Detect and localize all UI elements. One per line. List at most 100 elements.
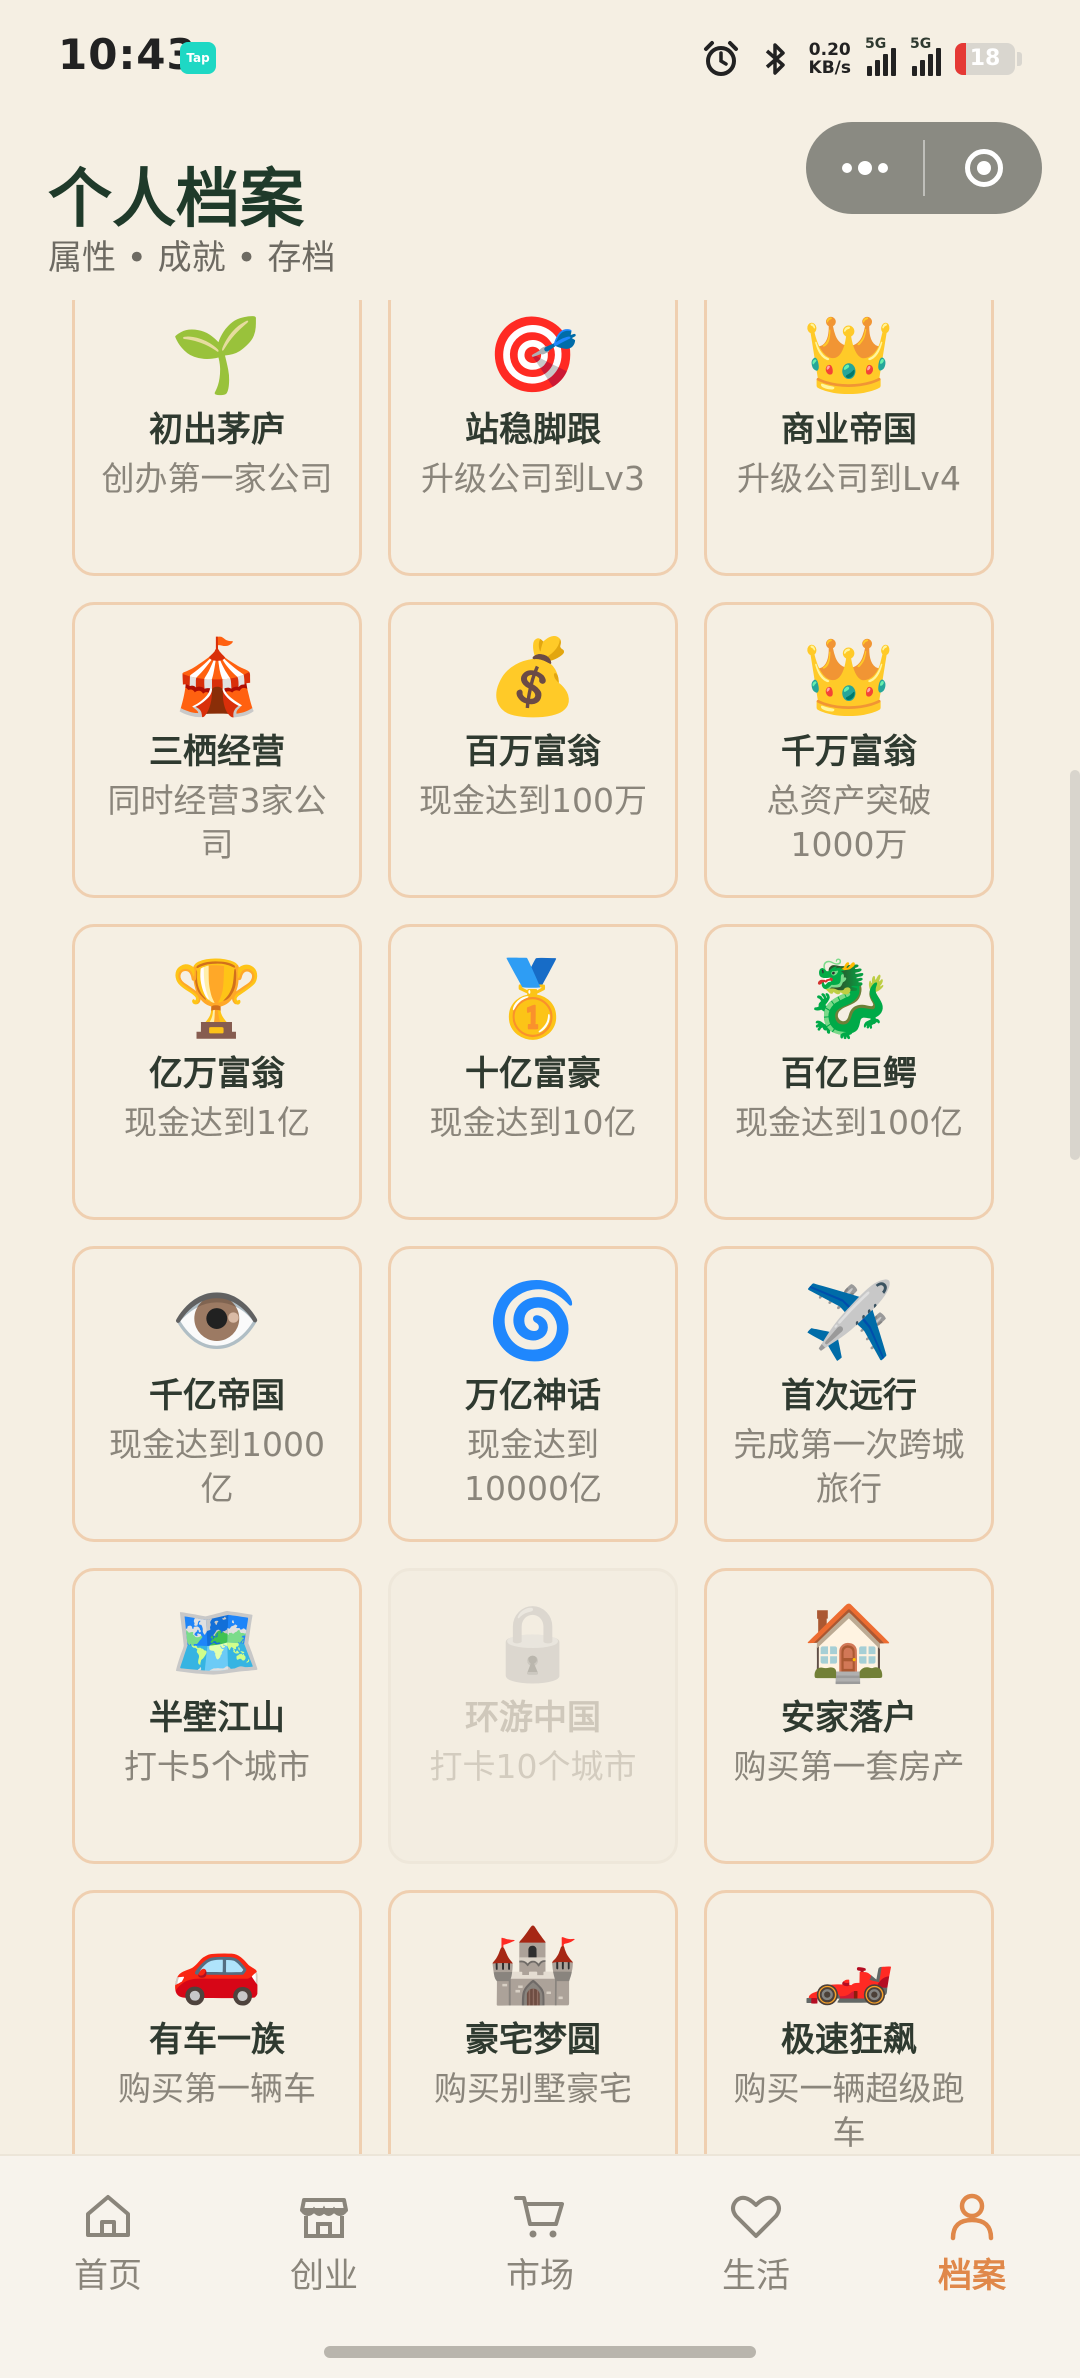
achievement-description: 总资产突破1000万 (766, 781, 932, 864)
achievement-card[interactable]: 🎪 三栖经营 同时经营3家公司 (72, 602, 362, 898)
achievement-icon: 🎯 (486, 312, 580, 398)
more-menu-button[interactable] (806, 122, 923, 214)
achievement-card[interactable]: 🌀 万亿神话现金达到10000亿 (388, 1246, 678, 1542)
achievement-icon: 👑 (802, 634, 896, 720)
achievement-card[interactable]: 👑 商业帝国升级公司到Lv4 (704, 300, 994, 576)
status-icons: 0.20 KB/s 5G 5G 18 (701, 36, 1022, 82)
tab-business[interactable]: 创业 (216, 2156, 432, 2316)
battery-level: 18 (969, 46, 1001, 71)
achievement-card[interactable]: ✈️ 首次远行完成第一次跨城旅行 (704, 1246, 994, 1542)
page-header: 个人档案 属性 • 成就 • 存档 (0, 118, 1080, 304)
achievement-description: 现金达到10000亿 (464, 1425, 602, 1508)
achievement-card[interactable]: 🏰 豪宅梦圆 购买别墅豪宅 (388, 1890, 678, 2154)
achievement-name: 极速狂飙 (781, 2020, 917, 2060)
achievements-scroll-area[interactable]: 🌱 初出茅庐创办第一家公司 🎯 站稳脚跟升级公司到Lv3 👑 商业帝国升级公司到Lv4 🎪 三… (0, 300, 1080, 2154)
achievement-description: 创办第一家公司 (101, 459, 333, 498)
achievement-card[interactable]: 🥇 十亿富豪 现金达到10亿 (388, 924, 678, 1220)
battery-tip (1017, 52, 1022, 66)
achievement-description: 现金达到10亿 (429, 1103, 637, 1142)
network-speed-value: 0.20 (808, 40, 851, 60)
achievement-description: 购买第一套房产 (733, 1747, 965, 1786)
achievement-name: 万亿神话 (465, 1376, 601, 1416)
tab-profile[interactable]: 档案 (864, 2156, 1080, 2316)
achievement-card[interactable]: 🏎️ 极速狂飙购买一辆超级跑车 (704, 1890, 994, 2154)
tab-profile-label: 档案 (938, 2256, 1006, 2296)
home-indicator[interactable] (324, 2346, 756, 2358)
achievement-name: 亿万富翁 (149, 1054, 285, 1094)
achievement-icon: 🚗 (170, 1922, 264, 2008)
tab-life-label: 生活 (722, 2256, 790, 2296)
achievement-icon: 🌱 (170, 312, 264, 398)
achievement-name: 环游中国 (465, 1698, 601, 1738)
achievement-name: 十亿富豪 (465, 1054, 601, 1094)
signal-sim2-icon: 5G (910, 36, 941, 76)
achievement-icon: 🗺️ (170, 1600, 264, 1686)
achievement-description: 同时经营3家公司 (107, 781, 327, 864)
achievement-description: 现金达到100万 (419, 781, 647, 820)
tab-life[interactable]: 生活 (648, 2156, 864, 2316)
achievement-description: 购买别墅豪宅 (434, 2069, 632, 2108)
sim1-label: 5G (865, 36, 887, 52)
achievement-card[interactable]: 🏠 安家落户 购买第一套房产 (704, 1568, 994, 1864)
achievement-name: 豪宅梦圆 (465, 2020, 601, 2060)
achievement-icon: 🏎️ (802, 1922, 896, 2008)
achievement-description: 升级公司到Lv4 (737, 459, 961, 498)
achievement-card[interactable]: 💰 百万富翁 现金达到100万 (388, 602, 678, 898)
achievement-name: 千万富翁 (781, 732, 917, 772)
profile-icon (950, 2193, 994, 2241)
achievement-name: 半壁江山 (149, 1698, 285, 1738)
store-icon (300, 2198, 348, 2238)
bottom-tab-bar: 首页 创业 市场 生活 档案 (0, 2154, 1080, 2378)
page-title: 个人档案 (48, 162, 304, 237)
achievement-card[interactable]: 🚗 有车一族 购买第一辆车 (72, 1890, 362, 2154)
cart-icon (514, 2196, 564, 2238)
achievement-name: 百亿巨鳄 (781, 1054, 917, 1094)
achievement-description: 现金达到1亿 (124, 1103, 310, 1142)
achievement-icon: ✈️ (802, 1278, 896, 1364)
achievement-name: 初出茅庐 (149, 410, 285, 450)
battery-icon: 18 (955, 43, 1015, 75)
achievement-name: 首次远行 (781, 1376, 917, 1416)
achievement-card[interactable]: 👑 千万富翁总资产突破1000万 (704, 602, 994, 898)
achievement-card[interactable]: 🗺️ 半壁江山 打卡5个城市 (72, 1568, 362, 1864)
achievement-description: 现金达到1000亿 (109, 1425, 325, 1508)
network-speed-unit: KB/s (808, 58, 851, 78)
achievement-description: 打卡10个城市 (429, 1747, 637, 1786)
alarm-icon (703, 41, 738, 76)
achievement-description: 购买一辆超级跑车 (733, 2069, 965, 2152)
achievement-card[interactable]: 👁️ 千亿帝国现金达到1000亿 (72, 1246, 362, 1542)
achievement-card[interactable]: 🌱 初出茅庐创办第一家公司 (72, 300, 362, 576)
achievement-card[interactable]: 🎯 站稳脚跟升级公司到Lv3 (388, 300, 678, 576)
achievement-description: 购买第一辆车 (118, 2069, 316, 2108)
network-speed: 0.20 KB/s (809, 41, 851, 77)
achievement-description: 现金达到100亿 (735, 1103, 963, 1142)
achievement-card[interactable]: 🐉 百亿巨鳄 现金达到100亿 (704, 924, 994, 1220)
target-icon (964, 149, 1003, 187)
achievement-description: 完成第一次跨城旅行 (733, 1425, 965, 1508)
page-subtitle: 属性 • 成就 • 存档 (48, 238, 336, 278)
tab-market[interactable]: 市场 (432, 2156, 648, 2316)
achievement-name: 安家落户 (781, 1698, 917, 1738)
achievement-card[interactable]: 🔒 环游中国 打卡10个城市 (388, 1568, 678, 1864)
achievement-icon: 🎪 (170, 634, 264, 720)
achievement-icon: 👁️ (170, 1278, 264, 1364)
home-icon (86, 2195, 130, 2237)
achievement-card[interactable]: 🏆 亿万富翁 现金达到1亿 (72, 924, 362, 1220)
achievement-description: 升级公司到Lv3 (421, 459, 645, 498)
achievement-name: 商业帝国 (781, 410, 917, 450)
close-miniprogram-button[interactable] (925, 122, 1042, 214)
signal-sim1-icon: 5G (865, 36, 896, 76)
tap-app-icon: Tap (180, 42, 216, 74)
sim2-label: 5G (910, 36, 932, 52)
achievement-icon: 👑 (802, 312, 896, 398)
achievement-icon: 🌀 (486, 1278, 580, 1364)
scrollbar[interactable] (1070, 770, 1080, 1160)
tab-home-label: 首页 (74, 2256, 142, 2296)
achievement-name: 千亿帝国 (149, 1376, 285, 1416)
status-time: 10:43 (58, 30, 197, 79)
achievement-name: 站稳脚跟 (465, 410, 601, 450)
tab-home[interactable]: 首页 (0, 2156, 216, 2316)
tab-market-label: 市场 (506, 2256, 574, 2296)
status-bar: 10:43 Tap 0.20 KB/s 5G 5G 18 (0, 0, 1080, 118)
heart-icon (731, 2195, 781, 2238)
